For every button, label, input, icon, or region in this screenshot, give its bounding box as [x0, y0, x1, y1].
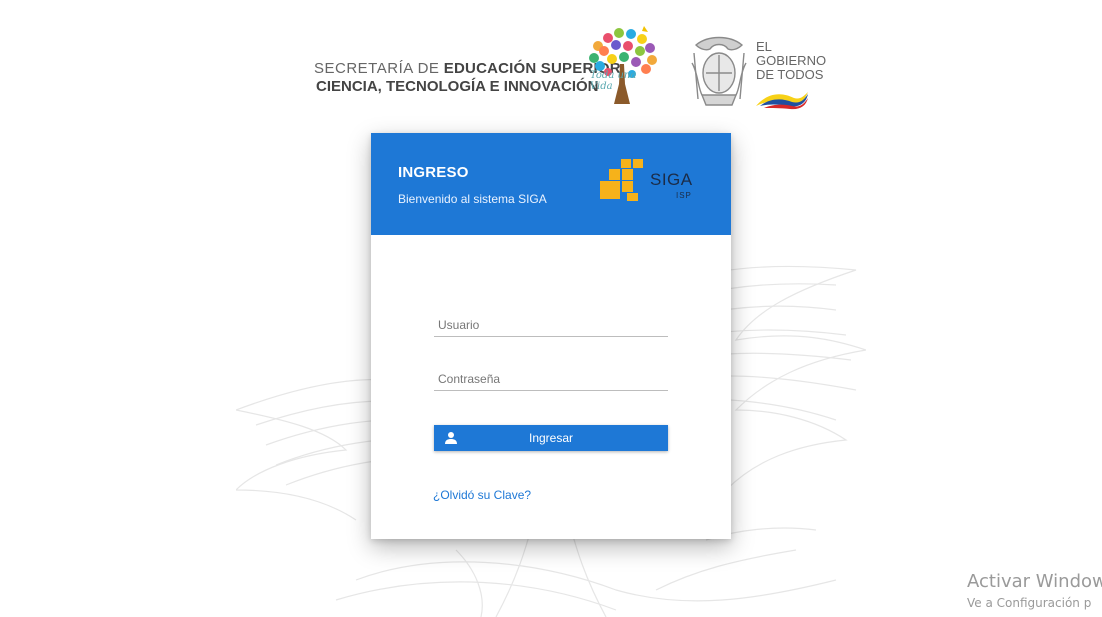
login-card-header: INGRESO Bienvenido al sistema SIGA SIGA …	[371, 133, 731, 235]
gobierno-line3: DE TODOS	[756, 67, 824, 82]
gobierno-line2: GOBIERNO	[756, 53, 827, 68]
tree-logo-text: Toda una Vida	[590, 70, 637, 92]
login-subtitle: Bienvenido al sistema SIGA	[398, 192, 547, 206]
flag-ribbon-icon	[756, 92, 808, 110]
secretaria-line2: CIENCIA, TECNOLOGÍA E INNOVACIÓN	[316, 78, 599, 95]
username-field-wrapper	[434, 316, 668, 337]
activation-title: Activar Windows	[967, 571, 1102, 592]
login-title: INGRESO	[398, 164, 469, 181]
password-field-wrapper	[434, 370, 668, 391]
gobierno-line1: EL	[756, 39, 772, 54]
siga-logo-text: SIGA	[650, 170, 693, 189]
forgot-password-link[interactable]: ¿Olvidó su Clave?	[433, 488, 531, 502]
secretaria-line1-thin: SECRETARÍA DE	[314, 60, 440, 77]
gobierno-logo: EL GOBIERNO DE TODOS	[756, 40, 826, 82]
tree-logo-icon	[589, 26, 657, 104]
coat-of-arms-icon	[691, 36, 747, 106]
login-card: INGRESO Bienvenido al sistema SIGA SIGA …	[371, 133, 731, 539]
windows-activation-watermark: Activar Windows Ve a Configuración p	[967, 571, 1102, 610]
password-input[interactable]	[434, 372, 668, 388]
login-button[interactable]: Ingresar	[434, 425, 668, 451]
secretaria-logo: SECRETARÍA DE EDUCACIÓN SUPERIOR, CIENCI…	[314, 60, 625, 100]
siga-logo-subtext: ISP	[676, 191, 692, 200]
login-button-label: Ingresar	[528, 431, 574, 445]
header-logos: SECRETARÍA DE EDUCACIÓN SUPERIOR, CIENCI…	[0, 0, 1102, 120]
activation-subtitle: Ve a Configuración p	[967, 596, 1092, 610]
username-input[interactable]	[434, 318, 668, 334]
